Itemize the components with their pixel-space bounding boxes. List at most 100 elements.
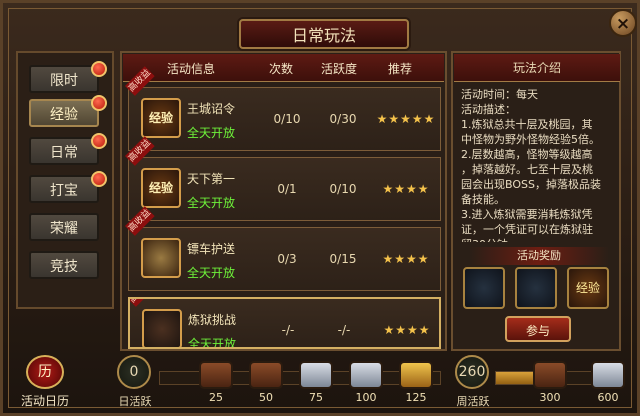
reward-header: 活动奖励	[469, 247, 609, 265]
header-recommend: 推荐	[388, 62, 413, 76]
tab-label: 荣耀	[50, 221, 78, 237]
activity-name: 天下第一	[187, 172, 236, 186]
activity-table: 活动信息 次数 活跃度 推荐 经验 高收益 王城诏令 全天开放 0/10 0/3…	[120, 51, 447, 351]
tab-arena[interactable]: 竞技	[29, 251, 99, 279]
chest-value: 600	[597, 391, 619, 404]
weekly-activity-label: 周活跃	[456, 395, 490, 408]
activity-status: 全天开放	[187, 196, 236, 210]
activity-points: -/-	[337, 323, 351, 337]
tab-label: 经验	[50, 107, 78, 123]
time-label: 活动时间：	[461, 88, 516, 101]
table-row[interactable]: 高收益 镖车护送 全天开放 0/3 0/15 ★★★★	[125, 206, 441, 291]
necklace-icon[interactable]	[463, 267, 505, 309]
intro-header: 玩法介绍	[454, 54, 620, 82]
exp-icon: 经验	[141, 98, 181, 138]
header-count: 次数	[269, 62, 294, 76]
tab-daily[interactable]: 日常	[29, 133, 107, 165]
scroll-icon	[141, 238, 181, 278]
calendar-label: 活动日历	[20, 394, 69, 408]
desc-line: 1.炼狱总共十层及桃园，其	[461, 118, 593, 131]
desc-line: 3.进入炼狱需要消耗炼狱凭	[461, 208, 593, 221]
time-value: 每天	[516, 88, 538, 101]
game-window: 日常玩法 × 限时 经验 日常 打宝 荣耀 竞技 活动信息 次数 活跃度 推荐 …	[0, 0, 640, 416]
table-row[interactable]: 经验 高收益 王城诏令 全天开放 0/10 0/30 ★★★★★	[125, 66, 441, 151]
activity-count: 0/1	[277, 182, 297, 196]
header-activity-points: 活跃度	[321, 62, 358, 76]
notification-dot-icon	[91, 171, 107, 187]
chest-value: 50	[259, 391, 273, 404]
activity-points: 0/15	[329, 252, 357, 266]
desc-line: 证，一个凭证可以在炼狱驻	[461, 223, 593, 236]
calendar-badge-text: 历	[38, 364, 52, 380]
notification-dot-icon	[91, 61, 107, 77]
high-yield-ribbon: 高收益	[130, 299, 156, 307]
activity-status: 全天开放	[188, 337, 237, 349]
chest-75-icon[interactable]	[299, 361, 333, 389]
activity-count: 0/3	[277, 252, 297, 266]
chest-value: 25	[209, 391, 223, 404]
weekly-activity-value: 260	[455, 355, 489, 389]
chest-600-icon[interactable]	[591, 361, 625, 389]
reward-label: 经验	[575, 281, 600, 295]
chest-value: 125	[405, 391, 427, 404]
activity-status: 全天开放	[187, 126, 236, 140]
activity-status: 全天开放	[187, 266, 236, 280]
chest-50-icon[interactable]	[249, 361, 283, 389]
desc-line: 园会出现BOSS，掉落极品装	[461, 178, 601, 191]
icon-label: 经验	[148, 181, 173, 195]
tab-label: 打宝	[50, 183, 78, 199]
tab-treasure[interactable]: 打宝	[29, 171, 107, 203]
recommend-stars: ★★★★	[382, 252, 430, 266]
chest-300-icon[interactable]	[533, 361, 567, 389]
desc-line: 2.层数越高，怪物等级越高	[461, 148, 593, 161]
recommend-stars: ★★★★	[383, 323, 431, 337]
window-title: 日常玩法	[239, 19, 409, 49]
bow-icon[interactable]	[515, 267, 557, 309]
tab-label: 竞技	[50, 259, 78, 275]
chest-value: 300	[539, 391, 561, 404]
desc-line: ，掉落越好。七至十层及桃	[461, 163, 593, 176]
notification-dot-icon	[91, 133, 107, 149]
activity-name: 王城诏令	[187, 102, 236, 116]
activity-points: 0/30	[329, 112, 357, 126]
table-row[interactable]: 经验 高收益 天下第一 全天开放 0/1 0/10 ★★★★	[125, 136, 441, 221]
activity-progress-bar: 历 活动日历 0 日活跃 25 50 75 100 125 260 周活跃 30…	[9, 355, 637, 413]
notification-dot-icon	[91, 95, 107, 111]
activity-description: 活动时间：每天 活动描述： 1.炼狱总共十层及桃园，其 中怪物为野外怪物经验5倍…	[461, 87, 615, 242]
tab-limited-time[interactable]: 限时	[29, 61, 107, 93]
close-button[interactable]: ×	[609, 9, 637, 37]
necklace-icon	[142, 309, 182, 347]
intro-panel: 玩法介绍 活动时间：每天 活动描述： 1.炼狱总共十层及桃园，其 中怪物为野外怪…	[451, 51, 621, 351]
table-header: 活动信息 次数 活跃度 推荐	[123, 54, 444, 82]
daily-activity-label: 日活跃	[118, 395, 152, 408]
activity-points: 0/10	[329, 182, 357, 196]
daily-activity-value: 0	[117, 355, 151, 389]
tab-label: 日常	[50, 145, 78, 161]
header-activity-info: 活动信息	[167, 62, 216, 76]
join-button[interactable]: 参与	[505, 316, 571, 342]
chest-25-icon[interactable]	[199, 361, 233, 389]
activity-name: 炼狱挑战	[188, 313, 237, 327]
table-row-selected[interactable]: 高收益 炼狱挑战 全天开放 -/- -/- ★★★★	[128, 297, 441, 349]
activity-calendar-button[interactable]: 历 活动日历	[11, 355, 79, 413]
desc-line: 中怪物为野外怪物经验5倍。	[461, 133, 600, 146]
chest-125-icon[interactable]	[399, 361, 433, 389]
tab-glory[interactable]: 荣耀	[29, 213, 99, 241]
desc-line: 备技能。	[461, 193, 505, 206]
activity-count: -/-	[281, 323, 295, 337]
close-icon: ×	[615, 14, 631, 34]
calendar-icon: 历	[26, 355, 64, 389]
chest-100-icon[interactable]	[349, 361, 383, 389]
tab-experience[interactable]: 经验	[29, 95, 107, 127]
tab-label: 限时	[50, 73, 78, 89]
chest-value: 75	[309, 391, 323, 404]
activity-name: 镖车护送	[187, 242, 236, 256]
recommend-stars: ★★★★★	[376, 112, 436, 126]
desc-line: 留30分钟	[461, 237, 615, 242]
time-line: 活动时间：每天	[461, 87, 615, 102]
icon-label: 经验	[148, 111, 173, 125]
exp-icon[interactable]: 经验	[567, 267, 609, 309]
chest-value: 100	[355, 391, 377, 404]
recommend-stars: ★★★★	[382, 182, 430, 196]
activity-count: 0/10	[273, 112, 301, 126]
